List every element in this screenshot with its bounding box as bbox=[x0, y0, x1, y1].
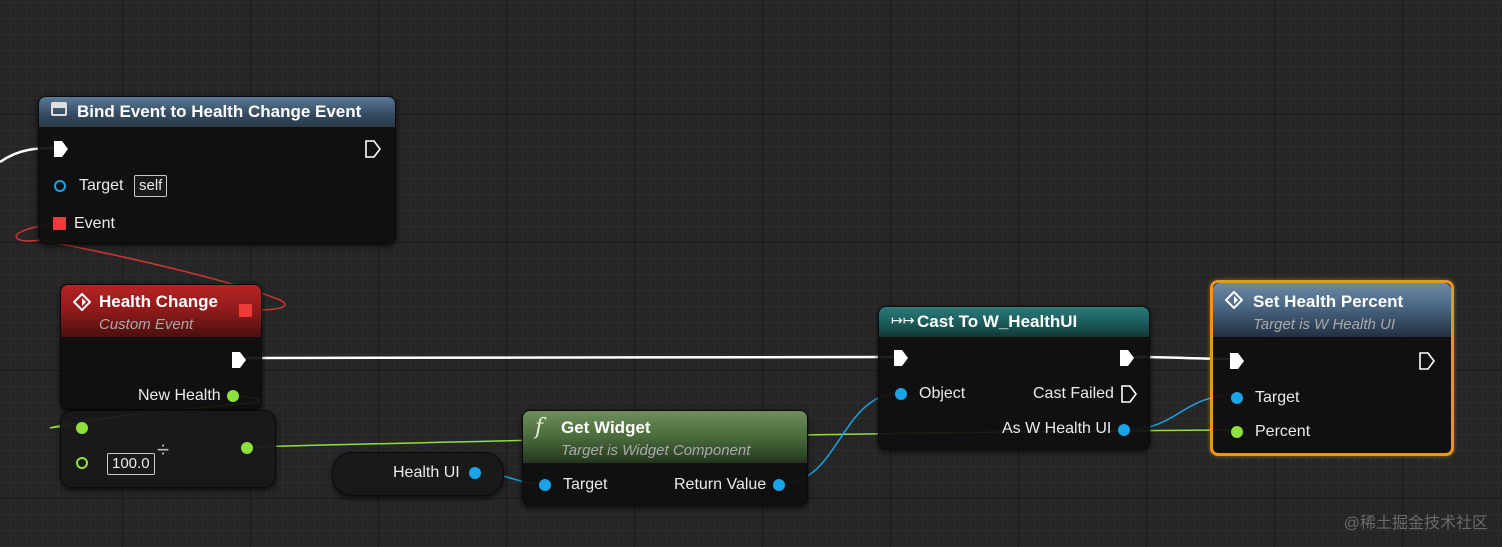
node-subtitle: Custom Event bbox=[99, 316, 194, 333]
return-value-label: Return Value bbox=[674, 476, 767, 493]
health-change-event-node[interactable]: Health Change Custom Event New Health bbox=[60, 284, 262, 410]
object-label: Object bbox=[919, 385, 966, 402]
cast-header[interactable]: ↦↦ Cast To W_HealthUI bbox=[879, 307, 1149, 337]
new-health-pin[interactable] bbox=[227, 390, 239, 402]
variable-label: Health UI bbox=[393, 464, 460, 481]
get-widget-header[interactable]: f Get Widget Target is Widget Component bbox=[523, 411, 807, 463]
divide-result-pin[interactable] bbox=[241, 442, 253, 454]
set-health-percent-node[interactable]: Set Health Percent Target is W Health UI… bbox=[1210, 280, 1454, 456]
node-title: Health Change bbox=[99, 292, 219, 311]
divide-a-pin[interactable] bbox=[76, 422, 88, 434]
function-call-icon bbox=[51, 102, 67, 116]
set-health-percent-header[interactable]: Set Health Percent Target is W Health UI bbox=[1213, 283, 1451, 337]
delegate-out-pin[interactable] bbox=[239, 304, 252, 317]
cast-failed-exec-pin[interactable] bbox=[1121, 385, 1137, 403]
target-pin[interactable] bbox=[539, 479, 551, 491]
object-pin[interactable] bbox=[895, 388, 907, 400]
cast-node[interactable]: ↦↦ Cast To W_HealthUI Object Cast Failed… bbox=[878, 306, 1150, 450]
cast-failed-label: Cast Failed bbox=[1033, 385, 1114, 402]
node-subtitle: Target is W Health UI bbox=[1253, 316, 1395, 333]
cast-arrows-icon: ↦↦ bbox=[891, 312, 915, 328]
divide-operator-icon: ÷ bbox=[157, 437, 170, 462]
exec-in-pin[interactable] bbox=[893, 349, 909, 367]
event-delegate-pin[interactable] bbox=[53, 217, 66, 230]
node-title: Cast To W_HealthUI bbox=[917, 312, 1078, 331]
bind-event-node[interactable]: Bind Event to Health Change Event Target… bbox=[38, 96, 396, 244]
divide-b-value-field[interactable]: 100.0 bbox=[107, 453, 155, 475]
target-pin[interactable] bbox=[1231, 392, 1243, 404]
health-ui-variable-node[interactable]: Health UI bbox=[332, 452, 504, 496]
event-label: Event bbox=[74, 215, 115, 232]
exec-out-pin[interactable] bbox=[231, 351, 247, 369]
target-label: Target bbox=[563, 476, 608, 493]
as-w-health-ui-pin[interactable] bbox=[1118, 424, 1130, 436]
event-diamond-icon bbox=[72, 292, 92, 316]
target-label: Target bbox=[1255, 389, 1300, 406]
exec-out-pin[interactable] bbox=[365, 140, 381, 158]
health-ui-out-pin[interactable] bbox=[469, 467, 481, 479]
new-health-label: New Health bbox=[138, 387, 221, 404]
exec-wire-event-to-cast bbox=[242, 355, 897, 360]
function-diamond-icon bbox=[1224, 290, 1244, 314]
divide-node[interactable]: 100.0 ÷ bbox=[60, 410, 276, 488]
percent-pin[interactable] bbox=[1231, 426, 1243, 438]
node-title: Bind Event to Health Change Event bbox=[77, 102, 362, 121]
target-label: Target bbox=[79, 177, 124, 194]
as-w-health-ui-label: As W Health UI bbox=[1002, 420, 1112, 437]
exec-out-pin[interactable] bbox=[1119, 349, 1135, 367]
watermark: @稀土掘金技术社区 bbox=[1343, 515, 1488, 532]
exec-out-pin[interactable] bbox=[1419, 352, 1435, 370]
health-change-header[interactable]: Health Change Custom Event bbox=[61, 285, 261, 337]
exec-in-pin[interactable] bbox=[1229, 352, 1245, 370]
get-widget-node[interactable]: f Get Widget Target is Widget Component … bbox=[522, 410, 808, 506]
function-f-icon: f bbox=[535, 415, 544, 440]
divide-b-pin[interactable] bbox=[76, 457, 88, 469]
target-pin[interactable] bbox=[54, 180, 66, 192]
node-title: Get Widget bbox=[561, 418, 651, 437]
percent-label: Percent bbox=[1255, 423, 1311, 440]
bind-event-header[interactable]: Bind Event to Health Change Event bbox=[39, 97, 395, 127]
target-default-self[interactable]: self bbox=[134, 175, 168, 197]
node-title: Set Health Percent bbox=[1253, 292, 1404, 311]
return-value-pin[interactable] bbox=[773, 479, 785, 491]
node-subtitle: Target is Widget Component bbox=[561, 442, 751, 459]
exec-in-pin[interactable] bbox=[53, 140, 69, 158]
